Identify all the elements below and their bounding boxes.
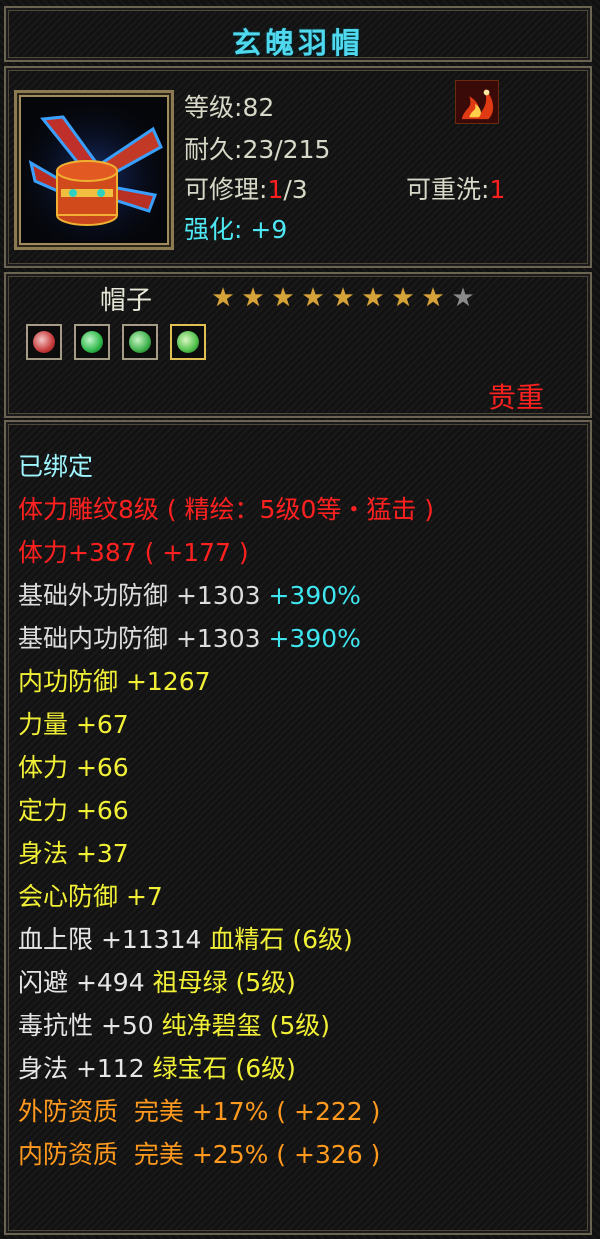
gem-name: 血精石 (6级)	[209, 925, 353, 954]
repair-value: 1	[267, 175, 284, 204]
durability-row: 耐久:23/215	[184, 136, 330, 164]
gem-attr-hp: 血上限 +11314 血精石 (6级)	[18, 925, 353, 955]
attr-percent: +390%	[268, 581, 361, 610]
stamina-line: 体力+387 ( +177 )	[18, 538, 249, 567]
flame-icon	[455, 80, 499, 124]
star-icon: ★	[361, 283, 385, 313]
star-icon: ★	[331, 283, 355, 313]
attr-percent: +390%	[268, 624, 361, 653]
red-engraved-gem-icon	[33, 331, 55, 353]
star-icon: ★	[211, 283, 235, 313]
repair-row: 可修理:1/3	[184, 176, 308, 204]
attr-text: 身法 +112	[18, 1054, 145, 1083]
star-empty-icon: ★	[451, 283, 475, 313]
outer-defense-quality: 外防资质 完美 +17% ( +222 )	[18, 1097, 381, 1126]
star-icon: ★	[241, 283, 265, 313]
star-icon: ★	[301, 283, 325, 313]
rarity-label: 贵重	[488, 381, 545, 414]
star-icon: ★	[271, 283, 295, 313]
gem-slot-3[interactable]	[122, 324, 158, 360]
level-row: 等级:82	[184, 94, 274, 122]
gem-name: 纯净碧玺 (5级)	[161, 1011, 331, 1040]
strength: 力量 +67	[18, 710, 129, 739]
title-bar: 玄魄羽帽	[4, 6, 592, 62]
green-gem-icon	[177, 331, 199, 353]
green-gem-icon	[129, 331, 151, 353]
durability-label: 耐久	[184, 135, 235, 164]
gem-slot-4[interactable]	[170, 324, 206, 360]
attr-text: 毒抗性 +50	[18, 1011, 154, 1040]
inner-defense-quality: 内防资质 完美 +25% ( +326 )	[18, 1140, 381, 1169]
reroll-label: 可重洗	[406, 175, 482, 204]
gem-attr-poison: 毒抗性 +50 纯净碧玺 (5级)	[18, 1011, 330, 1041]
durability-value: :23/215	[234, 135, 331, 164]
gem-slot-1[interactable]	[26, 324, 62, 360]
base-outer-defense: 基础外功防御 +1303 +390%	[18, 581, 361, 611]
star-rating: ★ ★ ★ ★ ★ ★ ★ ★ ★	[208, 284, 478, 312]
item-type: 帽子	[100, 286, 153, 316]
star-icon: ★	[421, 283, 445, 313]
attr-text: 闪避 +494	[18, 968, 145, 997]
attr-text: 基础内功防御 +1303	[18, 624, 261, 653]
attr-text: 血上限 +11314	[18, 925, 202, 954]
agility: 身法 +37	[18, 839, 129, 868]
repair-label: 可修理	[184, 175, 260, 204]
stamina: 体力 +66	[18, 753, 129, 782]
level-value: :82	[234, 93, 275, 122]
gem-attr-agility: 身法 +112 绿宝石 (6级)	[18, 1054, 296, 1084]
green-gem-icon	[81, 331, 103, 353]
focus: 定力 +66	[18, 796, 129, 825]
attr-text: 基础外功防御 +1303	[18, 581, 261, 610]
star-icon: ★	[391, 283, 415, 313]
enhance-row: 强化: +9	[184, 216, 287, 244]
inner-defense: 内功防御 +1267	[18, 667, 211, 696]
gem-name: 绿宝石 (6级)	[152, 1054, 296, 1083]
base-inner-defense: 基础内功防御 +1303 +390%	[18, 624, 361, 654]
bound-status: 已绑定	[18, 452, 94, 481]
feather-hat-icon	[23, 99, 165, 241]
enhance-sep: :	[234, 215, 243, 244]
reroll-row: 可重洗:1	[406, 176, 505, 204]
gem-attr-dodge: 闪避 +494 祖母绿 (5级)	[18, 968, 296, 998]
enhance-label: 强化	[184, 215, 235, 244]
item-icon-frame[interactable]	[14, 90, 174, 250]
engrave-line: 体力雕纹8级 ( 精绘：5级0等・猛击 )	[18, 495, 435, 524]
enhance-value: +9	[250, 215, 288, 244]
item-tooltip: 玄魄羽帽 等级:82 耐久:23/215 可修理:1/3 可重洗:1 强化: +…	[0, 0, 600, 1239]
gem-slot-2[interactable]	[74, 324, 110, 360]
gem-name: 祖母绿 (5级)	[152, 968, 296, 997]
crit-defense: 会心防御 +7	[18, 882, 163, 911]
item-header: 等级:82 耐久:23/215 可修理:1/3 可重洗:1 强化: +9	[4, 66, 592, 268]
item-name: 玄魄羽帽	[231, 26, 364, 60]
level-label: 等级	[184, 93, 235, 122]
repair-max: /3	[283, 175, 308, 204]
reroll-value: 1	[489, 175, 506, 204]
